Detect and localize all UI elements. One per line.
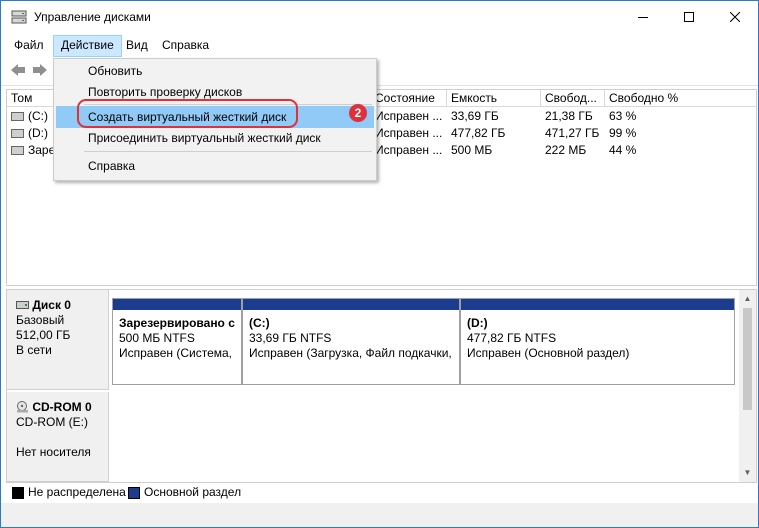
back-arrow-icon — [11, 64, 25, 76]
volume-free: 222 МБ — [545, 143, 587, 157]
menu-bar: Файл Действие Вид Справка — [1, 34, 758, 57]
maximize-button[interactable] — [666, 1, 712, 33]
partition-status: Исправен (Система, — [119, 346, 233, 360]
volume-name: Заре — [28, 143, 56, 157]
disk-pane-scrollbar[interactable]: ▲ ▼ — [739, 290, 756, 482]
primary-partition-bar — [461, 299, 734, 310]
partition-c[interactable]: (C:) 33,69 ГБ NTFS Исправен (Загрузка, Ф… — [242, 298, 460, 385]
step-badge: 2 — [349, 104, 367, 122]
scroll-up-icon[interactable]: ▲ — [739, 290, 756, 307]
partition-name: (C:) — [249, 316, 270, 330]
disk-graphical-view: Диск 0 Базовый 512,00 ГБ В сети Зарезерв… — [6, 289, 757, 483]
menu-item-refresh[interactable]: Обновить — [56, 60, 374, 82]
partition-size: 477,82 ГБ NTFS — [467, 331, 557, 345]
highlight-callout — [77, 99, 298, 128]
cdrom-drive: CD-ROM (E:) — [16, 415, 88, 429]
primary-partition-bar — [113, 299, 241, 310]
disk-size: 512,00 ГБ — [16, 328, 71, 342]
forward-arrow-icon — [33, 64, 47, 76]
volume-free-percent: 63 % — [609, 109, 637, 123]
volume-status: Исправен ... — [375, 143, 443, 157]
menu-item-attach-vhd[interactable]: Присоединить виртуальный жесткий диск — [56, 127, 374, 149]
volume-free-percent: 44 % — [609, 143, 637, 157]
disk-state: В сети — [16, 343, 52, 357]
volume-capacity: 477,82 ГБ — [451, 126, 506, 140]
disk-name: Диск 0 — [32, 298, 71, 312]
window-title: Управление дисками — [34, 10, 151, 24]
menu-action[interactable]: Действие — [53, 35, 122, 57]
maximize-icon — [684, 12, 694, 22]
drive-icon — [11, 112, 24, 122]
primary-partition-swatch — [128, 487, 140, 499]
scrollbar-thumb[interactable] — [743, 308, 752, 410]
volume-free: 21,38 ГБ — [545, 109, 593, 123]
disk-0-header[interactable]: Диск 0 Базовый 512,00 ГБ В сети — [7, 290, 109, 390]
back-button[interactable] — [9, 62, 27, 80]
menu-help[interactable]: Справка — [155, 35, 216, 55]
close-button[interactable] — [712, 1, 758, 33]
menu-separator — [84, 151, 372, 152]
legend-primary: Основной раздел — [144, 485, 242, 499]
drive-icon — [11, 129, 24, 139]
menu-file[interactable]: Файл — [7, 35, 51, 55]
partition-name: Зарезервировано с — [119, 316, 235, 330]
partition-size: 500 МБ NTFS — [119, 331, 195, 345]
disk-management-window: Управление дисками Файл Действие Вид Спр… — [0, 0, 759, 528]
partition-size: 33,69 ГБ NTFS — [249, 331, 332, 345]
volume-status: Исправен ... — [375, 109, 443, 123]
cdrom-0-header[interactable]: CD-ROM 0 CD-ROM (E:) Нет носителя — [7, 392, 109, 482]
column-header-capacity[interactable]: Емкость — [447, 90, 541, 107]
partition-reserved[interactable]: Зарезервировано с 500 МБ NTFS Исправен (… — [112, 298, 242, 385]
primary-partition-bar — [243, 299, 459, 310]
disk-management-app-icon — [11, 10, 27, 24]
minimize-icon — [638, 17, 648, 18]
unallocated-swatch — [12, 487, 24, 499]
partition-d[interactable]: (D:) 477,82 ГБ NTFS Исправен (Основной р… — [460, 298, 735, 385]
disk-icon — [16, 301, 29, 309]
partition-status: Исправен (Загрузка, Файл подкачки, — [249, 346, 452, 360]
close-icon — [730, 12, 740, 22]
drive-icon — [11, 146, 24, 156]
column-header-free-percent[interactable]: Свободно % — [605, 90, 756, 107]
volume-status: Исправен ... — [375, 126, 443, 140]
minimize-button[interactable] — [620, 1, 666, 33]
menu-item-help[interactable]: Справка — [56, 155, 374, 177]
volume-name: (D:) — [28, 126, 48, 140]
column-header-free[interactable]: Свобод... — [541, 90, 605, 107]
volume-capacity: 500 МБ — [451, 143, 493, 157]
disk-type: Базовый — [16, 313, 65, 327]
status-bar — [1, 503, 758, 527]
column-header-status[interactable]: Состояние — [371, 90, 447, 107]
scroll-down-icon[interactable]: ▼ — [739, 464, 756, 481]
volume-free: 471,27 ГБ — [545, 126, 600, 140]
partition-status: Исправен (Основной раздел) — [467, 346, 630, 360]
title-bar: Управление дисками — [1, 1, 758, 33]
volume-free-percent: 99 % — [609, 126, 637, 140]
menu-view[interactable]: Вид — [119, 35, 155, 55]
legend-unallocated: Не распределена — [28, 485, 126, 499]
volume-capacity: 33,69 ГБ — [451, 109, 499, 123]
cdrom-icon — [17, 401, 28, 413]
cdrom-name: CD-ROM 0 — [32, 400, 92, 414]
cdrom-media-status: Нет носителя — [16, 445, 91, 459]
partition-name: (D:) — [467, 316, 488, 330]
legend: Не распределена Основной раздел — [6, 483, 755, 501]
forward-button[interactable] — [31, 62, 49, 80]
volume-name: (C:) — [28, 109, 48, 123]
